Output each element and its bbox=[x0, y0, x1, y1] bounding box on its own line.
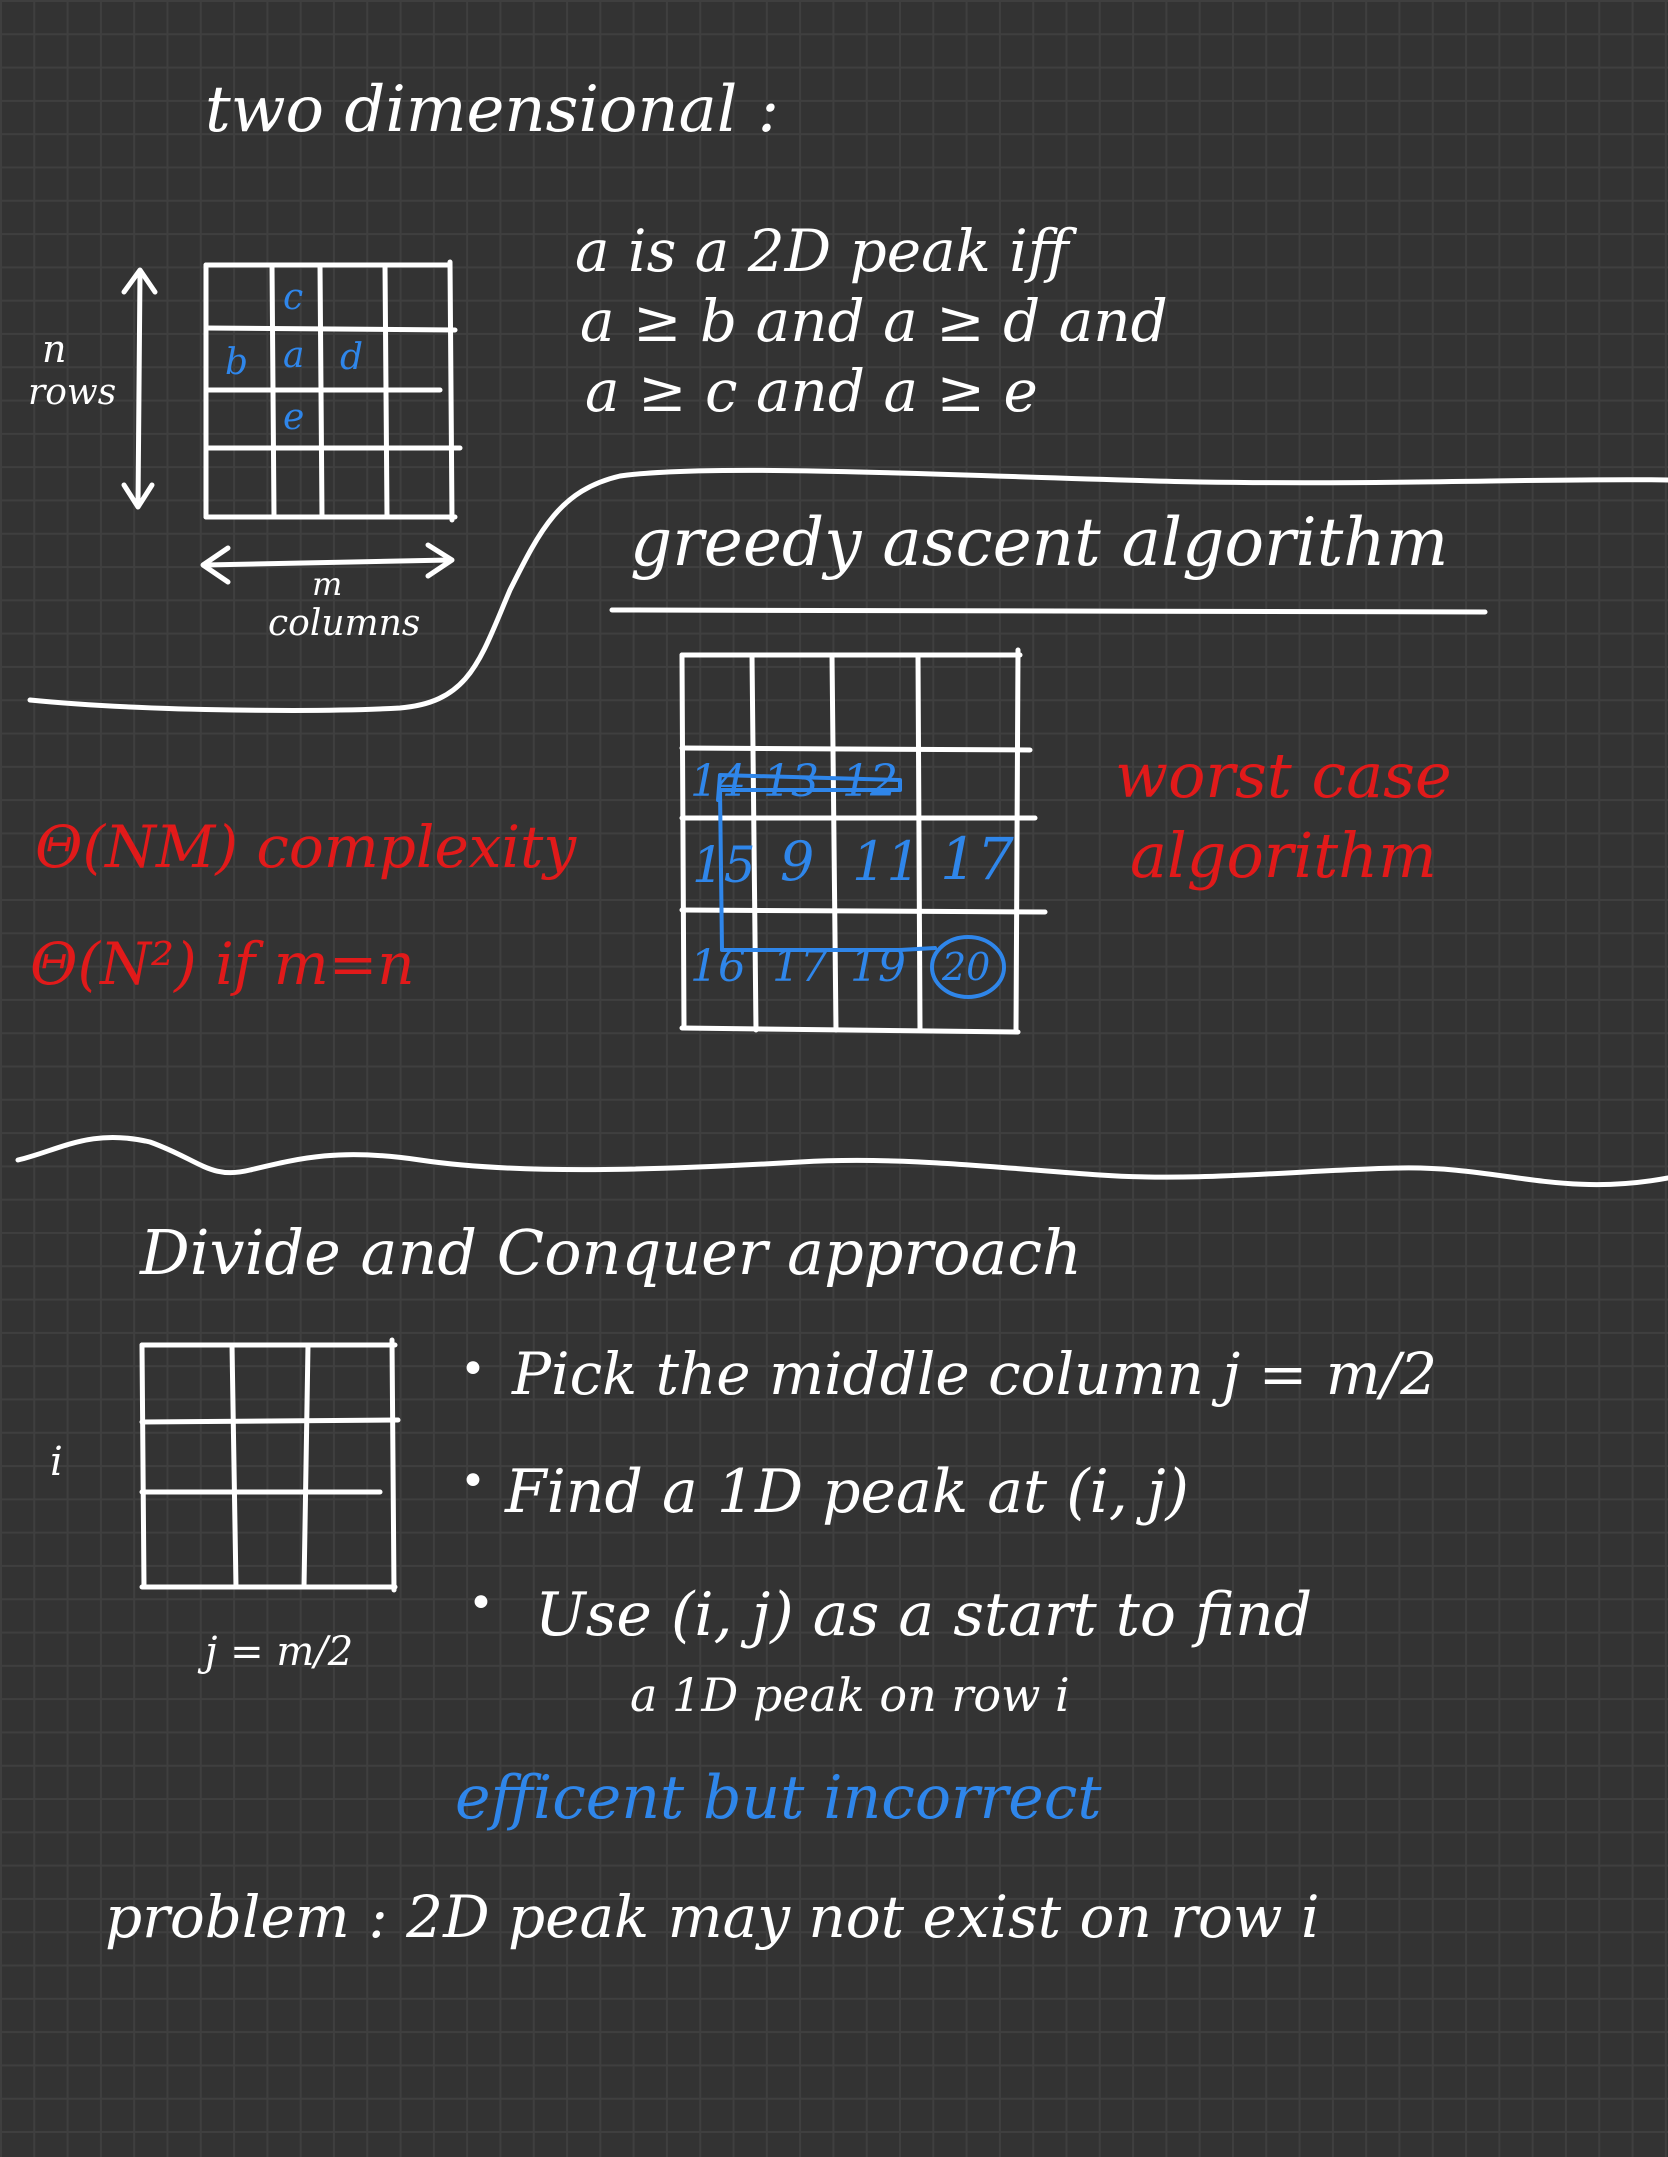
rows-arrow bbox=[121, 267, 158, 510]
greedy-cell-r3c3: 19 bbox=[850, 941, 906, 992]
row-label-i: i bbox=[50, 1439, 63, 1485]
bullet-dot-1: • bbox=[460, 1344, 486, 1395]
grid-letter-e: e bbox=[283, 397, 305, 438]
verdict-efficient-incorrect: efficent but incorrect bbox=[455, 1763, 1102, 1833]
greedy-cell-r1c2: 13 bbox=[763, 756, 819, 807]
problem-statement: problem : 2D peak may not exist on row i bbox=[105, 1883, 1320, 1951]
divide-conquer-title: Divide and Conquer approach bbox=[140, 1216, 1083, 1289]
greedy-cell-r3c2: 17 bbox=[772, 941, 828, 992]
complexity-line-2: Θ(N²) if m=n bbox=[30, 930, 415, 998]
grid-letter-d: d bbox=[340, 337, 364, 378]
greedy-cell-r2c4: 17 bbox=[940, 825, 1014, 893]
peak-definition-line-3: a ≥ c and a ≥ e bbox=[585, 357, 1038, 425]
bullet-dot-2: • bbox=[460, 1456, 486, 1507]
section3-grid-lines bbox=[139, 1337, 401, 1593]
columns-label: columns bbox=[268, 603, 421, 644]
greedy-peak-value: 20 bbox=[942, 945, 991, 989]
greedy-cell-r1c3: 12 bbox=[842, 756, 898, 807]
greedy-cell-r3c1: 16 bbox=[690, 941, 746, 992]
complexity-line-1: Θ(NM) complexity bbox=[35, 813, 577, 881]
greedy-title-underline bbox=[609, 607, 1488, 615]
greedy-cell-r1c1: 14 bbox=[690, 756, 746, 807]
rows-label: rows bbox=[28, 372, 117, 413]
peak-definition-line-2: a ≥ b and a ≥ d and bbox=[580, 287, 1168, 355]
columns-label-m: m bbox=[312, 565, 343, 603]
middle-divider-wave bbox=[15, 1135, 1668, 1188]
bullet-continuation: a 1D peak on row i bbox=[630, 1668, 1070, 1722]
grid-letter-b: b bbox=[225, 342, 249, 383]
greedy-title: greedy ascent algorithm bbox=[630, 504, 1449, 581]
bullet-find-1d-peak: Find a 1D peak at (i, j) bbox=[505, 1457, 1189, 1527]
greedy-cell-r2c3: 11 bbox=[852, 830, 921, 893]
worst-case-line-2: algorithm bbox=[1130, 819, 1437, 892]
bullet-pick-middle-column: Pick the middle column j = m/2 bbox=[512, 1340, 1438, 1408]
bullet-dot-3: • bbox=[468, 1578, 494, 1629]
rows-label-n: n bbox=[42, 327, 67, 371]
peak-definition-line-1: a is a 2D peak iff bbox=[575, 217, 1069, 285]
greedy-cell-r2c2: 9 bbox=[780, 830, 815, 893]
bullet-use-start: Use (i, j) as a start to find bbox=[535, 1580, 1313, 1650]
grid-letter-c: c bbox=[283, 277, 304, 318]
section1-grid-lines bbox=[203, 259, 463, 523]
section1-title: two dimensional : bbox=[205, 73, 780, 147]
worst-case-line-1: worst case bbox=[1115, 739, 1452, 812]
column-label-j: j = m/2 bbox=[205, 1629, 354, 1675]
grid-letter-a: a bbox=[283, 335, 305, 376]
greedy-cell-r2c1: 15 bbox=[692, 836, 756, 894]
